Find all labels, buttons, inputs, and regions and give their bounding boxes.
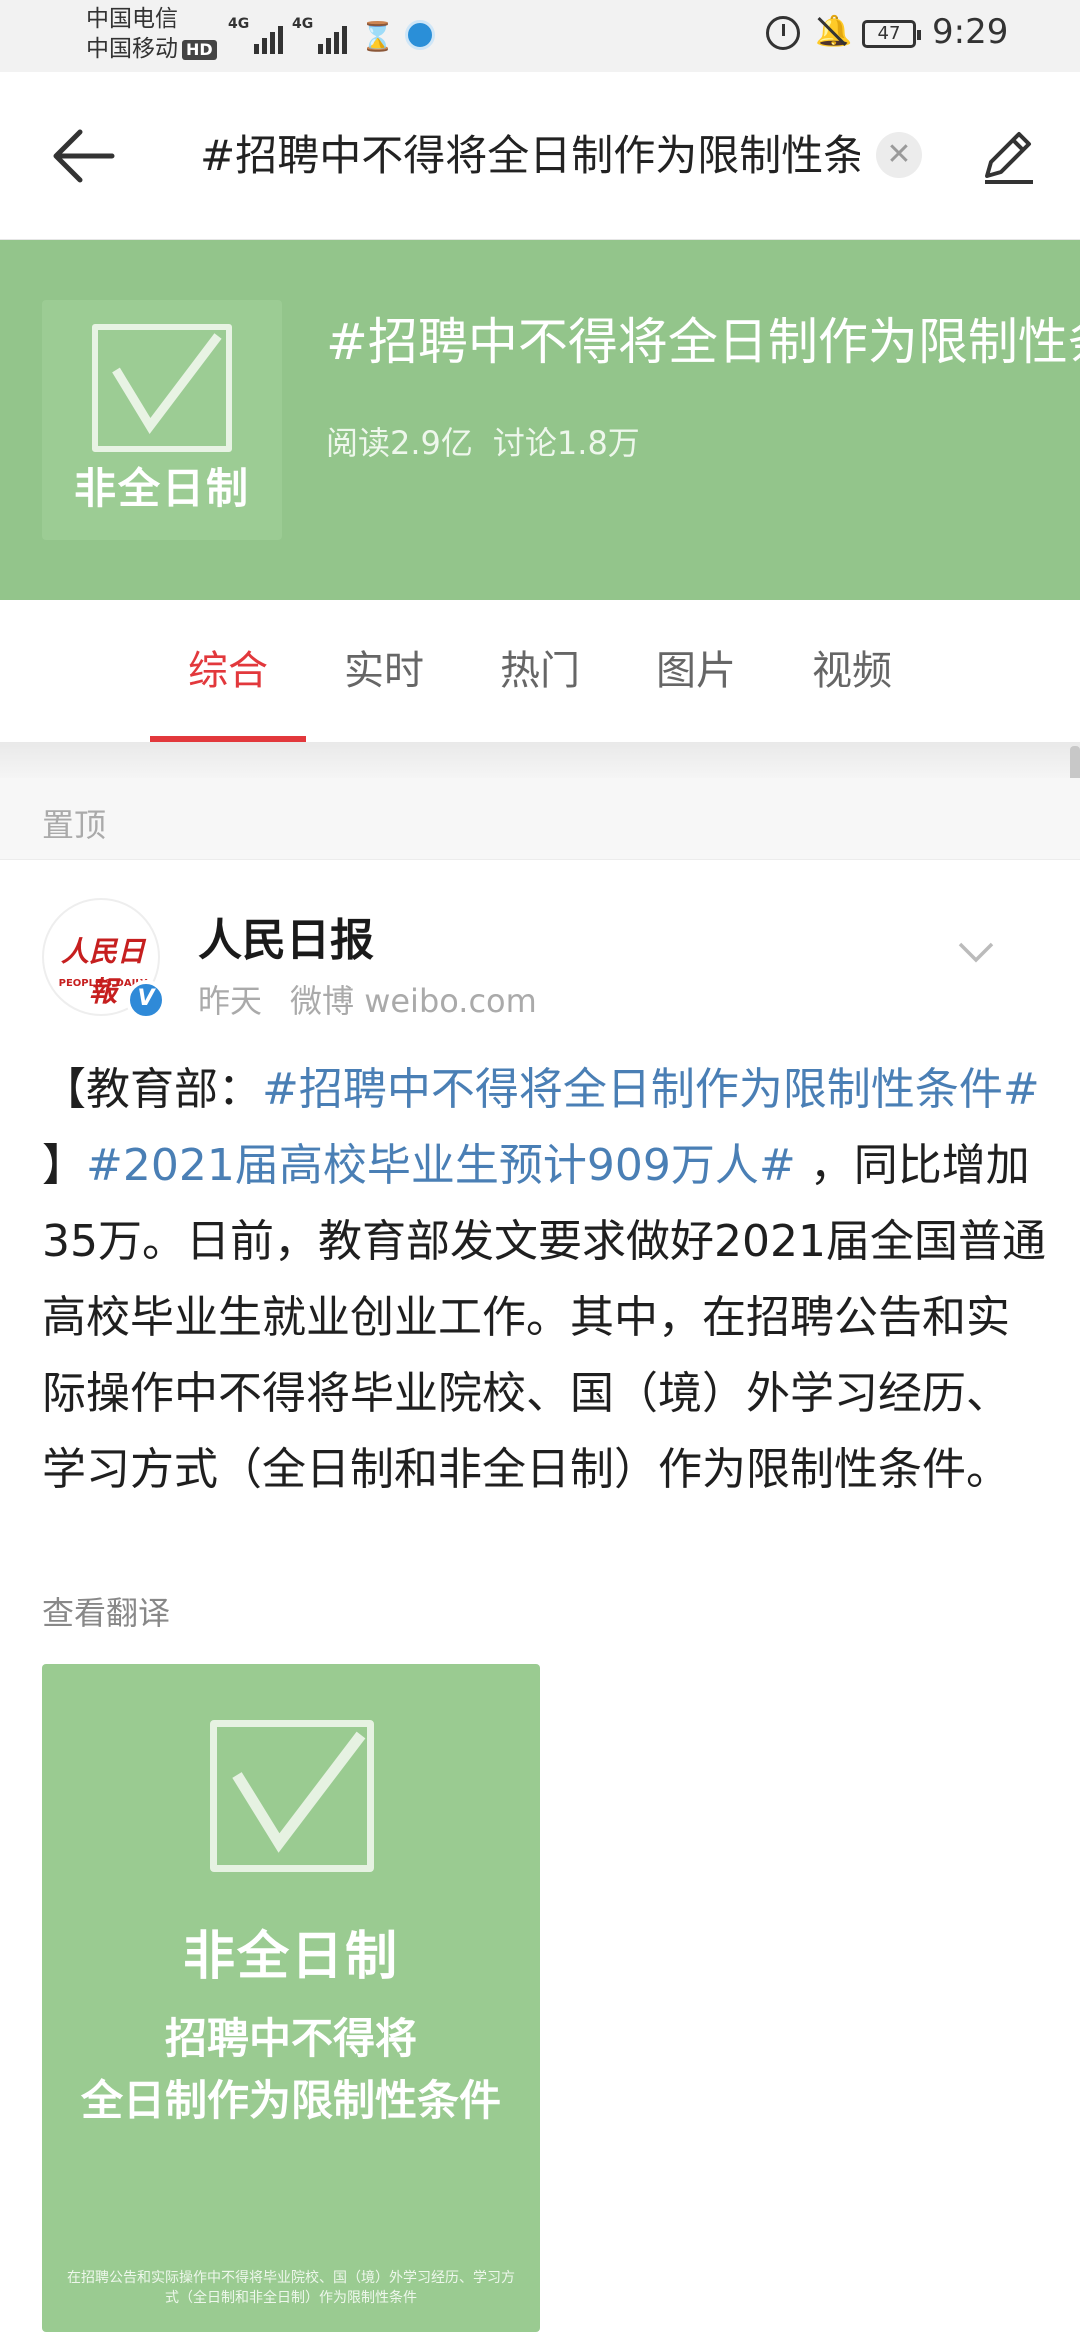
- image-footnote: 在招聘公告和实际操作中不得将毕业院校、国（境）外学习经历、学习方式（全日制和非全…: [67, 2270, 515, 2306]
- post-text-prefix: 【教育部：: [42, 1064, 262, 1115]
- signal-icon: 4G: [228, 16, 284, 54]
- signal-icon-2: 4G: [292, 16, 348, 54]
- hashtag-link-2[interactable]: #2021届高校毕业生预计909万人#: [86, 1140, 796, 1191]
- checkbox-icon: [92, 324, 232, 452]
- post-meta: 昨天 微博 weibo.com: [198, 976, 565, 1022]
- alarm-icon: [766, 16, 800, 50]
- carrier-1: 中国电信: [86, 6, 178, 32]
- topic-thumb-label: 非全日制: [73, 464, 250, 513]
- network-type-2: 4G: [292, 16, 314, 32]
- post-image[interactable]: 非全日制 招聘中不得将 全日制作为限制性条件 在招聘公告和实际操作中不得将毕业院…: [42, 1664, 540, 2332]
- translate-link[interactable]: 查看翻译: [42, 1588, 170, 1634]
- topic-banner: 非全日制 #招聘中不得将全日制作为限制性条件# 阅读2.9亿讨论1.8万: [0, 240, 1080, 600]
- image-subheading: 招聘中不得将 全日制作为限制性条件: [42, 2008, 540, 2132]
- pinned-label: 置顶: [42, 806, 107, 844]
- post-time: 昨天: [198, 982, 263, 1020]
- image-subheading-line-1: 招聘中不得将: [164, 2014, 417, 2063]
- tab-realtime[interactable]: 实时: [306, 600, 462, 742]
- tab-comprehensive[interactable]: 综合: [150, 600, 306, 742]
- hourglass-icon: ⌛: [360, 20, 395, 53]
- search-input[interactable]: #招聘中不得将全日制作为限制性条件#: [200, 124, 860, 188]
- post-text-mid: 】: [42, 1140, 86, 1191]
- battery-level: 47: [877, 23, 901, 44]
- network-type-1: 4G: [228, 16, 250, 32]
- app-notification-icon: [405, 20, 435, 50]
- tab-videos[interactable]: 视频: [774, 600, 930, 742]
- discussion-count: 讨论1.8万: [492, 424, 640, 462]
- pinned-section: 置顶: [0, 778, 1080, 860]
- divider: [0, 742, 1080, 778]
- verified-badge: V: [126, 980, 166, 1020]
- tab-bar: 综合 实时 热门 图片 视频: [0, 600, 1080, 742]
- topic-thumbnail: 非全日制: [42, 300, 282, 540]
- pencil-icon[interactable]: [975, 124, 1039, 188]
- search-header: #招聘中不得将全日制作为限制性条件# ✕: [0, 72, 1080, 240]
- author-name[interactable]: 人民日报: [198, 904, 374, 968]
- hashtag-link-1[interactable]: #招聘中不得将全日制作为限制性条件#: [262, 1064, 1040, 1115]
- tab-images[interactable]: 图片: [618, 600, 774, 742]
- post-text: 【教育部：#招聘中不得将全日制作为限制性条件# 】#2021届高校毕业生预计90…: [42, 1052, 1046, 1508]
- image-subheading-line-2: 全日制作为限制性条件: [80, 2076, 501, 2125]
- post-text-rest: ，同比增加35万。日前，教育部发文要求做好2021届全国普通高校毕业生就业创业工…: [42, 1140, 1046, 1495]
- status-bar: 中国电信 中国移动 HD 4G 4G ⌛ 🔔 47 9:29: [0, 0, 1080, 72]
- carrier-2: 中国移动: [86, 36, 178, 62]
- image-heading: 非全日制: [182, 1927, 399, 1987]
- clock: 9:29: [932, 12, 1009, 52]
- carrier-info: 中国电信 中国移动 HD: [86, 4, 217, 64]
- checkbox-icon: [210, 1720, 374, 1872]
- tab-hot[interactable]: 热门: [462, 600, 618, 742]
- post-source: 微博 weibo.com: [290, 982, 537, 1020]
- hd-badge: HD: [182, 39, 217, 60]
- topic-title: #招聘中不得将全日制作为限制性条件#: [326, 313, 1080, 371]
- battery-icon: 47: [862, 20, 921, 48]
- arrow-left-icon[interactable]: [50, 126, 116, 186]
- bell-muted-icon: 🔔: [815, 14, 853, 49]
- topic-stats: 阅读2.9亿 讨论1.8万: [326, 418, 660, 464]
- read-count: 阅读2.9亿: [326, 424, 473, 462]
- close-icon[interactable]: ✕: [876, 132, 922, 178]
- chevron-down-icon[interactable]: [956, 940, 996, 964]
